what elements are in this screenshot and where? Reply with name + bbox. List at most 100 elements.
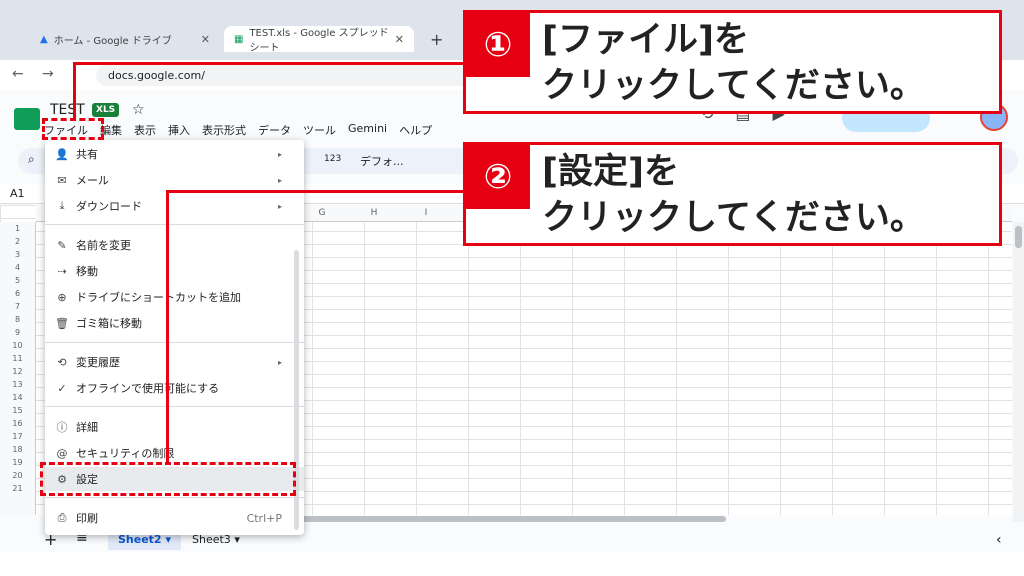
menu-item-add-shortcut[interactable]: ⊕ ドライブにショートカットを追加 [45, 285, 304, 309]
collapse-sidepanel-icon[interactable]: ‹ [996, 532, 1002, 548]
connector-line [73, 62, 76, 120]
row-header[interactable]: 4 [0, 261, 35, 274]
menu-view[interactable]: 表示 [134, 122, 156, 138]
info-icon: ⓘ [56, 421, 68, 434]
row-header[interactable]: 1 [0, 222, 35, 235]
menu-item-version-history[interactable]: ⟲ 変更履歴 ▸ [45, 350, 304, 374]
menu-data[interactable]: データ [258, 122, 291, 138]
tab-label: TEST.xls - Google スプレッドシート [249, 28, 389, 54]
row-header[interactable]: 5 [0, 274, 35, 287]
row-header[interactable]: 8 [0, 313, 35, 326]
number-format[interactable]: 123 [324, 154, 341, 164]
close-icon[interactable]: ✕ [201, 33, 210, 46]
row-header[interactable]: 2 [0, 235, 35, 248]
doc-title[interactable]: TEST [50, 102, 85, 118]
row-header[interactable]: 13 [0, 378, 35, 391]
menu-item-details[interactable]: ⓘ 詳細 [45, 415, 304, 439]
menu-item-label: ドライブにショートカットを追加 [76, 291, 241, 304]
menu-item-email[interactable]: ✉ メール ▸ [45, 168, 304, 192]
menu-item-label: セキュリティの制限 [76, 447, 175, 460]
row-header[interactable]: 3 [0, 248, 35, 261]
callout-text: [設定]を クリックしてください。 [542, 149, 925, 241]
row-header[interactable]: 12 [0, 365, 35, 378]
row-header[interactable]: 16 [0, 417, 35, 430]
row-header[interactable]: 14 [0, 391, 35, 404]
pencil-icon: ✎ [57, 238, 67, 252]
row-header[interactable]: 17 [0, 430, 35, 443]
tab-drive-home[interactable]: ▲ ホーム - Google ドライブ ✕ [30, 26, 220, 52]
menu-item-label: 印刷 [76, 512, 98, 525]
menu-item-print[interactable]: ⎙ 印刷 Ctrl+P [45, 506, 304, 530]
drive-icon: ▲ [40, 33, 48, 45]
row-header[interactable]: 20 [0, 469, 35, 482]
menu-divider [45, 224, 304, 225]
connector-line [166, 190, 465, 193]
star-icon[interactable]: ☆ [132, 102, 145, 118]
horizontal-scroll-thumb[interactable] [300, 516, 726, 522]
history-icon: ⟲ [57, 355, 67, 369]
row-header[interactable]: 7 [0, 300, 35, 313]
menu-insert[interactable]: 挿入 [168, 122, 190, 138]
new-tab-button[interactable]: + [420, 26, 444, 52]
sheets-icon: ▦ [234, 33, 244, 45]
font-select[interactable]: デフォ... [360, 153, 404, 169]
row-header[interactable]: 15 [0, 404, 35, 417]
forward-icon[interactable]: → [42, 66, 54, 82]
menu-divider [45, 406, 304, 407]
step-number: ① [466, 13, 530, 77]
menu-divider [45, 497, 304, 498]
row-header[interactable]: 6 [0, 287, 35, 300]
tab-label: ホーム - Google ドライブ [53, 35, 172, 47]
vertical-scroll-thumb[interactable] [1015, 226, 1022, 248]
menu-item-rename[interactable]: ✎ 名前を変更 [45, 233, 304, 257]
row-headers: 1 2 3 4 5 6 7 8 9 10 11 12 13 14 15 16 1… [0, 222, 36, 515]
search-icon[interactable]: ⌕ [28, 152, 35, 167]
sheets-logo-icon[interactable] [14, 108, 40, 130]
vertical-scrollbar[interactable] [1013, 222, 1024, 522]
drive-shortcut-icon: ⊕ [57, 290, 67, 304]
chevron-right-icon: ▸ [277, 357, 282, 367]
row-header[interactable]: 21 [0, 482, 35, 495]
menu-item-download[interactable]: ⤓ ダウンロード ▸ [45, 194, 304, 218]
back-icon[interactable]: ← [12, 66, 24, 82]
mail-icon: ✉ [57, 173, 67, 187]
menu-item-label: メール [76, 174, 109, 187]
close-icon[interactable]: ✕ [395, 33, 404, 46]
trash-icon: 🗑 [55, 316, 69, 330]
menu-tools[interactable]: ツール [303, 122, 336, 138]
menu-item-share[interactable]: 👤 共有 ▸ [45, 142, 304, 166]
connector-line [166, 190, 169, 464]
security-icon: @ [56, 446, 68, 460]
row-header[interactable]: 18 [0, 443, 35, 456]
menu-gemini[interactable]: Gemini [348, 122, 387, 138]
column-header[interactable]: H [348, 205, 400, 221]
menu-format[interactable]: 表示形式 [202, 122, 246, 138]
highlight-file-menu [42, 118, 104, 140]
menu-item-trash[interactable]: 🗑 ゴミ箱に移動 [45, 311, 304, 335]
menu-item-label: 詳細 [76, 421, 98, 434]
row-header[interactable]: 10 [0, 339, 35, 352]
menu-item-move[interactable]: ⇢ 移動 [45, 259, 304, 283]
highlight-settings-item [40, 462, 296, 496]
row-header[interactable]: 11 [0, 352, 35, 365]
menu-item-label: 名前を変更 [76, 239, 131, 252]
name-box[interactable]: A1 [10, 187, 25, 200]
tab-spreadsheet[interactable]: ▦ TEST.xls - Google スプレッドシート ✕ [224, 26, 414, 54]
row-header[interactable]: 9 [0, 326, 35, 339]
row-header[interactable]: 19 [0, 456, 35, 469]
download-icon: ⤓ [59, 199, 65, 212]
xls-badge: XLS [92, 103, 120, 117]
menu-item-label: 移動 [76, 265, 98, 278]
callout-text: [ファイル]を クリックしてください。 [542, 17, 925, 109]
callout-line: クリックしてください。 [542, 198, 925, 238]
column-header[interactable]: I [400, 205, 452, 221]
chevron-right-icon: ▸ [277, 175, 282, 185]
step-number: ② [466, 145, 530, 209]
menu-item-offline[interactable]: ✓ オフラインで使用可能にする [45, 376, 304, 400]
menu-help[interactable]: ヘルプ [399, 122, 432, 138]
menu-item-label: 変更履歴 [76, 356, 120, 369]
offline-check-icon: ✓ [57, 381, 67, 395]
chevron-right-icon: ▸ [277, 201, 282, 211]
url-text: docs.google.com/ [108, 68, 205, 82]
person-add-icon: 👤 [55, 147, 69, 161]
